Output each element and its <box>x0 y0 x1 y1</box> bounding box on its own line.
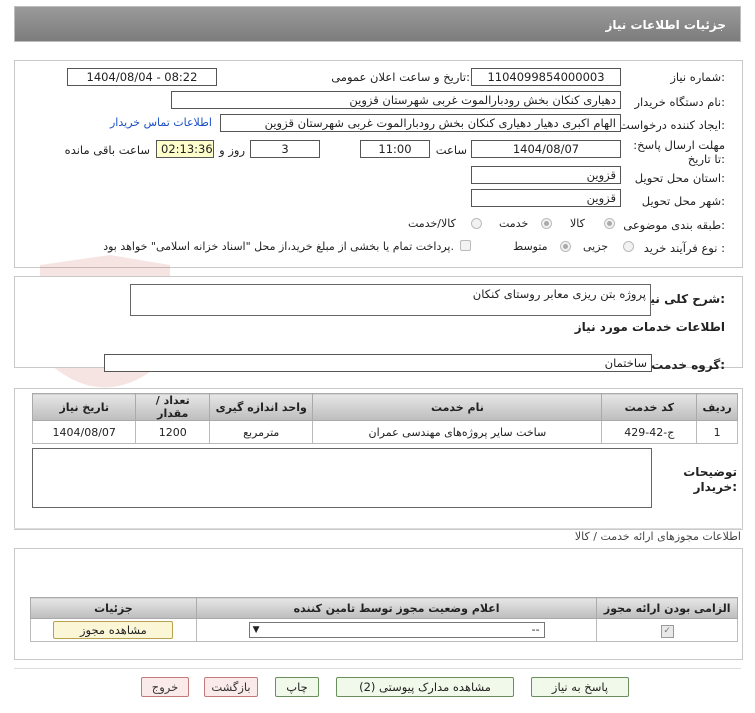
service-group-field: ساختمان <box>104 354 652 372</box>
requester-label: ایجاد کننده درخواست: <box>619 118 725 132</box>
time-label: ساعت <box>435 143 467 157</box>
view-permit-button[interactable]: مشاهده مجوز <box>53 621 174 639</box>
announce-label: تاریخ و ساعت اعلان عمومی: <box>331 70 470 84</box>
need-number-field: 1104099854000003 <box>471 68 621 86</box>
col-row-number: ردیف <box>696 393 738 421</box>
attachments-button[interactable]: مشاهده مدارک پیوستی (2) <box>336 677 514 697</box>
reply-button[interactable]: پاسخ به نیاز <box>531 677 629 697</box>
buyer-notes-label: توضیحات خریدار: <box>683 465 737 494</box>
actions-divider <box>14 668 741 669</box>
process-label: نوع فرآیند خرید : <box>643 241 725 255</box>
chevron-down-icon: ▼ <box>252 625 260 635</box>
province-label: استان محل تحویل: <box>634 171 725 185</box>
deadline-date-field: 1404/08/07 <box>471 140 621 158</box>
buyer-org-label: نام دستگاه خریدار: <box>634 95 725 109</box>
cell-quantity: 1200 <box>135 420 211 444</box>
province-field: قزوین <box>471 166 621 184</box>
deadline-time-field: 11:00 <box>360 140 430 158</box>
category-radio-goods-service[interactable] <box>471 218 482 229</box>
col-permit-required: الزامی بودن ارائه مجوز <box>596 597 738 619</box>
cell-permit-status: -- ▼ <box>195 618 598 642</box>
buyer-notes-textarea[interactable] <box>32 448 652 508</box>
permits-divider <box>14 528 741 529</box>
process-option-minor: جزیی <box>583 240 609 253</box>
treasury-payment-note: پرداخت تمام یا بخشی از مبلغ خرید،از محل … <box>103 240 454 253</box>
buyer-org-field: دهیاری کنکان بخش رودبارالموت غربی شهرستا… <box>171 91 621 109</box>
category-option-service: خدمت <box>499 217 529 230</box>
col-quantity: تعداد / مقدار <box>135 393 211 421</box>
col-service-code: کد خدمت <box>601 393 698 421</box>
days-label: روز و <box>219 143 245 157</box>
services-section-title: اطلاعات خدمات مورد نیاز <box>574 320 725 334</box>
back-button[interactable]: بازگشت <box>204 677 258 697</box>
col-service-name: نام خدمت <box>312 393 603 421</box>
exit-button[interactable]: خروج <box>141 677 189 697</box>
service-group-label: گروه خدمت: <box>651 358 725 372</box>
page-title: جزئیات اطلاعات نیاز <box>605 18 726 32</box>
days-field: 3 <box>250 140 320 158</box>
deadline-label: مهلت ارسال پاسخ: تا تاریخ: <box>633 138 725 166</box>
permit-required-checkbox: ✓ <box>660 624 674 638</box>
remaining-time-field: 02:13:36 <box>156 140 214 158</box>
cell-unit: مترمربع <box>209 420 314 444</box>
requester-field: الهام اکبری دهیار دهیاری کنکان بخش رودبا… <box>220 114 621 132</box>
table-row: ✓ -- ▼ مشاهده مجوز <box>30 618 738 642</box>
cell-row-number: 1 <box>696 420 738 444</box>
col-permit-details: جزئیات <box>30 597 197 619</box>
description-textarea[interactable]: پروژه بتن ریزی معابر روستای کنکان <box>130 284 651 316</box>
announce-field: 1404/08/04 - 08:22 <box>67 68 217 86</box>
table-row: 1 ج-42-429 ساخت سایر پروژه‌های مهندسی عم… <box>31 420 738 444</box>
category-radio-service[interactable] <box>541 218 552 229</box>
remaining-label: ساعت باقی مانده <box>64 143 150 157</box>
need-number-label: شماره نیاز: <box>670 70 725 84</box>
category-option-goods-service: کالا/خدمت <box>408 217 456 230</box>
page-header: جزئیات اطلاعات نیاز <box>14 6 741 42</box>
permit-status-select[interactable]: -- ▼ <box>248 622 545 638</box>
services-table: ردیف کد خدمت نام خدمت واحد اندازه گیری ت… <box>31 393 738 444</box>
treasury-payment-checkbox[interactable] <box>460 240 471 251</box>
city-label: شهر محل تحویل: <box>641 194 725 208</box>
col-unit: واحد اندازه گیری <box>209 393 314 421</box>
permits-table: الزامی بودن ارائه مجوز اعلام وضعیت مجوز … <box>30 597 738 642</box>
col-permit-status: اعلام وضعیت مجوز توسط تامین کننده <box>195 597 598 619</box>
col-need-date: تاریخ نیاز <box>31 393 137 421</box>
buyer-contact-link[interactable]: اطلاعات تماس خریدار <box>110 116 212 129</box>
category-label: طبقه بندی موضوعی: <box>623 218 725 232</box>
description-label: شرح کلی نیاز: <box>639 292 725 306</box>
category-option-goods: کالا <box>570 217 585 230</box>
cell-service-code: ج-42-429 <box>601 420 698 444</box>
cell-need-date: 1404/08/07 <box>31 420 137 444</box>
cell-service-name: ساخت سایر پروژه‌های مهندسی عمران <box>312 420 603 444</box>
process-radio-minor[interactable] <box>623 241 634 252</box>
cell-permit-required: ✓ <box>596 618 738 642</box>
cell-permit-details: مشاهده مجوز <box>30 618 197 642</box>
process-radio-medium[interactable] <box>560 241 571 252</box>
print-button[interactable]: چاپ <box>275 677 319 697</box>
permits-section-title: اطلاعات مجوزهای ارائه خدمت / کالا <box>574 530 741 543</box>
services-table-header: ردیف کد خدمت نام خدمت واحد اندازه گیری ت… <box>31 393 738 421</box>
permit-status-value: -- <box>531 623 540 636</box>
category-radio-goods[interactable] <box>604 218 615 229</box>
process-option-medium: متوسط <box>513 240 548 253</box>
city-field: قزوین <box>471 189 621 207</box>
permits-table-header: الزامی بودن ارائه مجوز اعلام وضعیت مجوز … <box>30 597 738 619</box>
